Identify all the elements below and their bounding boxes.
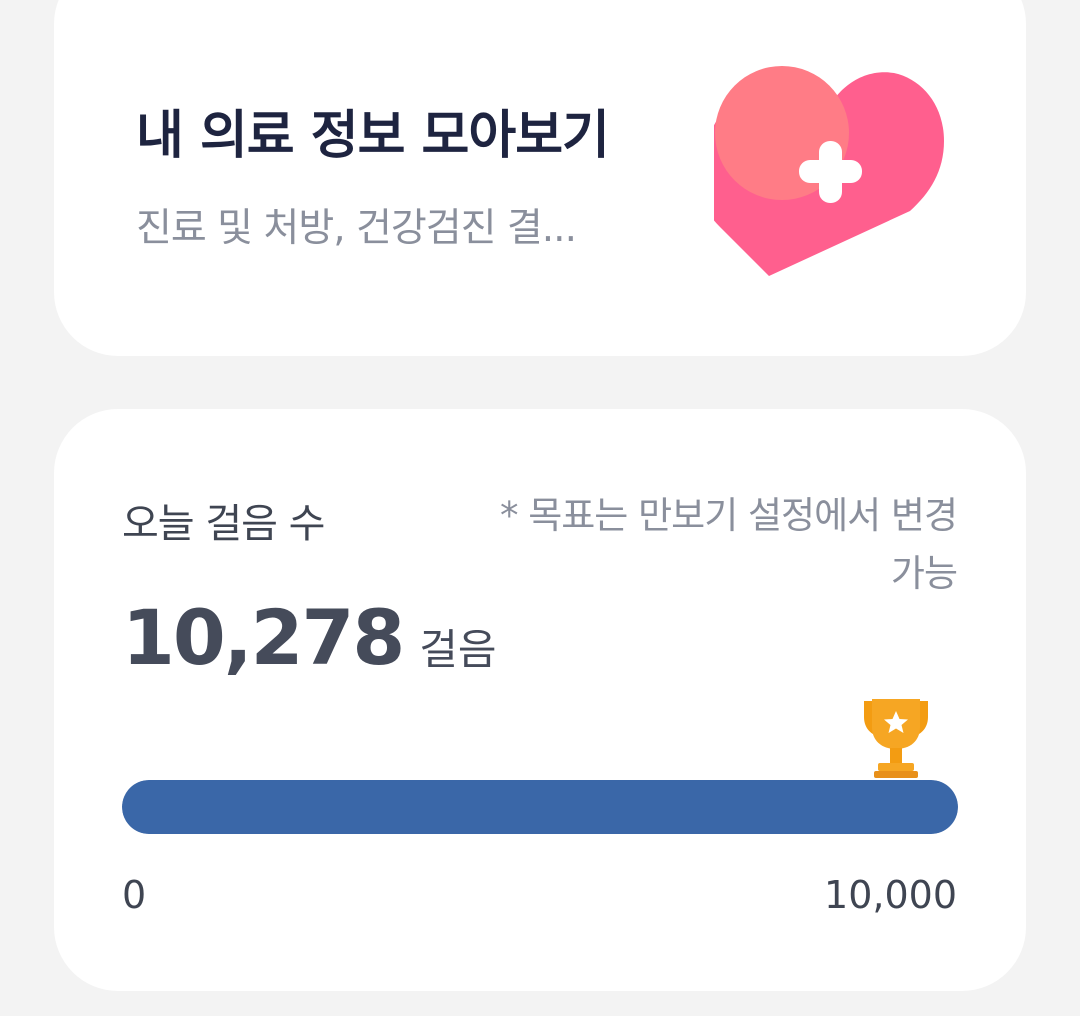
- medical-card-title: 내 의료 정보 모아보기: [136, 106, 610, 166]
- medical-card-subtitle: 진료 및 처방, 건강검진 결...: [136, 206, 577, 251]
- steps-progress-bar: [122, 780, 958, 834]
- steps-progress-fill: [122, 780, 958, 834]
- progress-max-label: 10,000: [824, 873, 957, 917]
- steps-unit: 걸음: [419, 625, 497, 674]
- steps-value: 10,278: [122, 593, 405, 682]
- trophy-icon: [864, 699, 928, 778]
- steps-count: 10,278 걸음: [122, 593, 497, 682]
- medical-info-card[interactable]: 내 의료 정보 모아보기 진료 및 처방, 건강검진 결...: [54, 0, 1026, 356]
- goal-setting-note: * 목표는 만보기 설정에서 변경가능: [499, 494, 958, 595]
- heart-plus-icon: [714, 66, 944, 276]
- progress-min-label: 0: [122, 873, 147, 917]
- step-count-card: 오늘 걸음 수 * 목표는 만보기 설정에서 변경가능 10,278 걸음 0 1…: [54, 409, 1026, 991]
- steps-label: 오늘 걸음 수: [122, 501, 325, 547]
